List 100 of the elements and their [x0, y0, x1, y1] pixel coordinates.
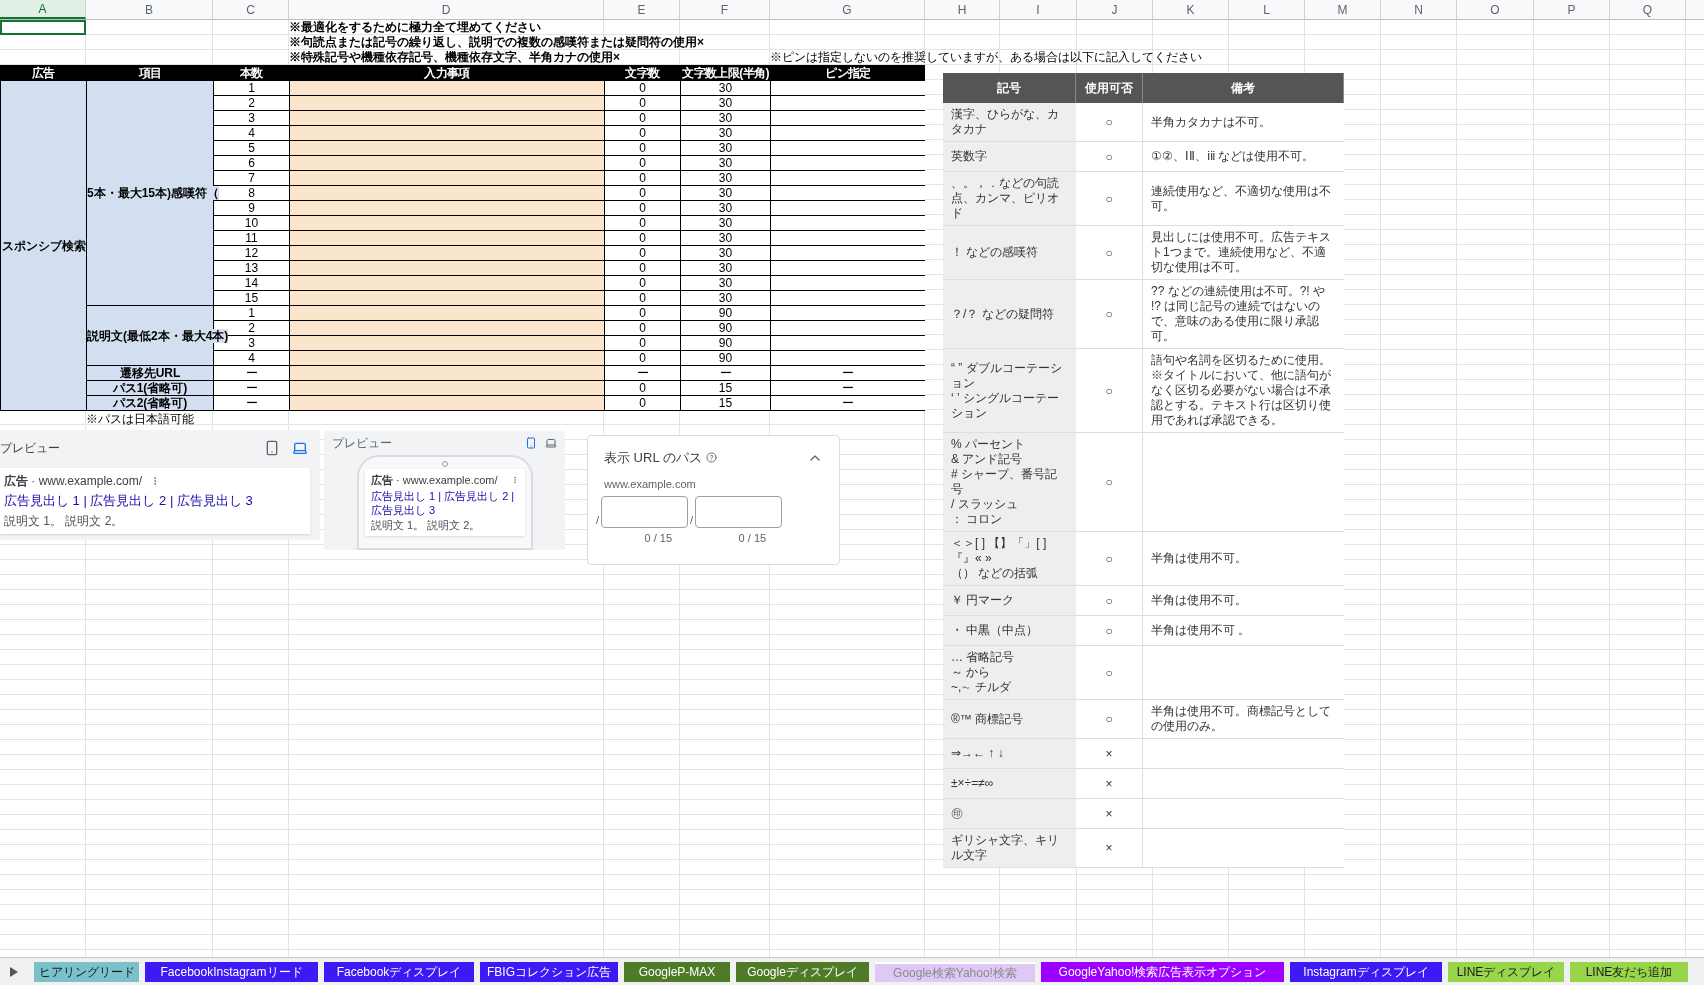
table-cell: 30 — [681, 111, 770, 125]
item-label: パス2(省略可) — [112, 396, 188, 410]
table-cell: 0 — [605, 171, 680, 185]
column-header[interactable]: Q — [1610, 0, 1686, 19]
char-counter: 0 / 15 — [644, 531, 673, 546]
usable-cell: ○ — [1076, 532, 1143, 585]
table-cell: 30 — [681, 141, 770, 155]
input-cell[interactable] — [290, 306, 604, 320]
more-icon[interactable] — [511, 476, 519, 485]
table-cell: 0 — [605, 126, 680, 140]
input-cell[interactable] — [290, 156, 604, 170]
column-header[interactable]: F — [680, 0, 770, 19]
symbol-text: ⇒→← ↑ ↓ — [951, 746, 1005, 761]
column-header[interactable]: I — [1000, 0, 1077, 19]
input-cell[interactable] — [290, 351, 604, 365]
input-cell[interactable] — [290, 96, 604, 110]
sheet-tab[interactable]: GoogleYahoo!検索広告表示オプション — [1041, 961, 1284, 982]
usable-cell: ○ — [1076, 700, 1143, 738]
remark-cell-text: 連続使用など、不適切な使用は不可。 — [1150, 182, 1332, 215]
symbol-text: 、。，．などの句読点、カンマ、ピリオド — [951, 176, 1060, 221]
symbol-text: ＜＞[ ] 【】「」[ ]『』« » — [951, 536, 1048, 566]
input-cell[interactable] — [290, 321, 604, 335]
table-cell: 0 — [605, 111, 680, 125]
table-cell: 0 — [605, 291, 680, 305]
selected-cell[interactable] — [0, 20, 86, 35]
preview-title: プレビュー — [332, 435, 392, 452]
table-cell: 15 — [681, 381, 770, 395]
input-cell[interactable] — [290, 186, 604, 200]
sheet-tab[interactable]: GoogleP-MAX — [624, 961, 730, 982]
table-cell: 0 — [605, 276, 680, 290]
input-cell[interactable] — [290, 336, 604, 350]
sheet-tab[interactable]: Instagramディスプレイ — [1290, 961, 1442, 982]
column-header[interactable]: G — [770, 0, 925, 19]
path-input[interactable] — [601, 496, 689, 528]
separator: / — [596, 513, 600, 528]
sheet-tab[interactable]: FBIGコレクション広告 — [480, 961, 618, 982]
input-cell[interactable] — [290, 111, 604, 125]
sheet-tab[interactable]: LINEディスプレイ — [1448, 961, 1564, 982]
input-cell[interactable] — [290, 366, 604, 380]
input-cell[interactable] — [290, 396, 604, 410]
input-cell[interactable] — [290, 246, 604, 260]
column-header[interactable]: D — [289, 0, 604, 19]
laptop-icon[interactable] — [292, 440, 308, 456]
column-header[interactable]: N — [1381, 0, 1457, 19]
item-label: 5本・最大15本)感嘆符（ — [87, 186, 220, 200]
sheet-tab[interactable]: LINE友だち追加 — [1570, 961, 1688, 982]
usable-cell: ○ — [1076, 616, 1143, 645]
sheet-tab[interactable]: Facebookディスプレイ — [324, 961, 474, 982]
sheet-tab[interactable]: ヒアリングリード — [34, 961, 139, 982]
path-input[interactable] — [695, 496, 783, 528]
symbol-text: / スラッシュ — [951, 497, 1019, 512]
table-cell: 30 — [681, 291, 770, 305]
input-cell[interactable] — [290, 261, 604, 275]
table-cell: 1 — [214, 306, 289, 320]
symbol-text: ㊞ — [951, 806, 964, 821]
column-header[interactable]: B — [86, 0, 213, 19]
input-cell[interactable] — [290, 126, 604, 140]
input-cell[interactable] — [290, 231, 604, 245]
column-header[interactable]: K — [1153, 0, 1229, 19]
column-header[interactable]: A — [0, 0, 86, 19]
column-header[interactable]: P — [1534, 0, 1610, 19]
table-cell: ー — [214, 396, 289, 410]
symbol-text: “ ” ダブルコーテーション — [951, 360, 1063, 391]
sheet-tab[interactable]: Googleディスプレイ — [736, 961, 869, 982]
input-cell[interactable] — [290, 216, 604, 230]
sheet-tab[interactable]: FacebookInstagramリード — [145, 961, 318, 982]
input-cell[interactable] — [290, 276, 604, 290]
column-header[interactable]: H — [925, 0, 1000, 19]
note-text: ※特殊記号や機種依存記号、機種依存文字、半角カナの使用× — [289, 50, 620, 65]
table-cell: ー — [681, 366, 770, 380]
note-text: ※ピンは指定しないのを推奨していますが、ある場合は以下に記入してください — [770, 50, 1202, 65]
column-header[interactable]: C — [213, 0, 289, 19]
input-cell[interactable] — [290, 201, 604, 215]
laptop-icon[interactable] — [545, 437, 557, 449]
input-cell[interactable] — [290, 141, 604, 155]
usable-cell: ○ — [1076, 103, 1143, 141]
ad-description: 説明文 1。 説明文 2。 — [371, 517, 482, 533]
table-cell: 0 — [605, 231, 680, 245]
column-header[interactable]: J — [1077, 0, 1153, 19]
column-header[interactable]: M — [1305, 0, 1381, 19]
smartphone-icon[interactable] — [264, 440, 280, 456]
ad-headline: 広告見出し 1 | 広告見出し 2 | 広告見出し 3 — [4, 492, 254, 510]
input-cell[interactable] — [290, 381, 604, 395]
input-cell[interactable] — [290, 171, 604, 185]
table-cell: 9 — [214, 201, 289, 215]
triangle-right-icon[interactable] — [10, 966, 18, 977]
column-header[interactable]: O — [1457, 0, 1534, 19]
help-icon[interactable] — [705, 452, 717, 464]
column-header[interactable]: L — [1229, 0, 1305, 19]
symbol-text: ・ 中黒（中点） — [951, 623, 1040, 638]
table-cell: 0 — [605, 186, 680, 200]
column-header[interactable]: E — [604, 0, 680, 19]
smartphone-icon[interactable] — [525, 437, 537, 449]
table-cell: 0 — [605, 201, 680, 215]
input-cell[interactable] — [290, 291, 604, 305]
table-cell: ー — [214, 381, 289, 395]
ad-type-cell: スポンシブ検索 — [1, 81, 86, 410]
symbol-text: ‘ ’ シングルコーテーション — [951, 390, 1060, 421]
table-cell: 14 — [214, 276, 289, 290]
input-cell[interactable] — [290, 81, 604, 95]
